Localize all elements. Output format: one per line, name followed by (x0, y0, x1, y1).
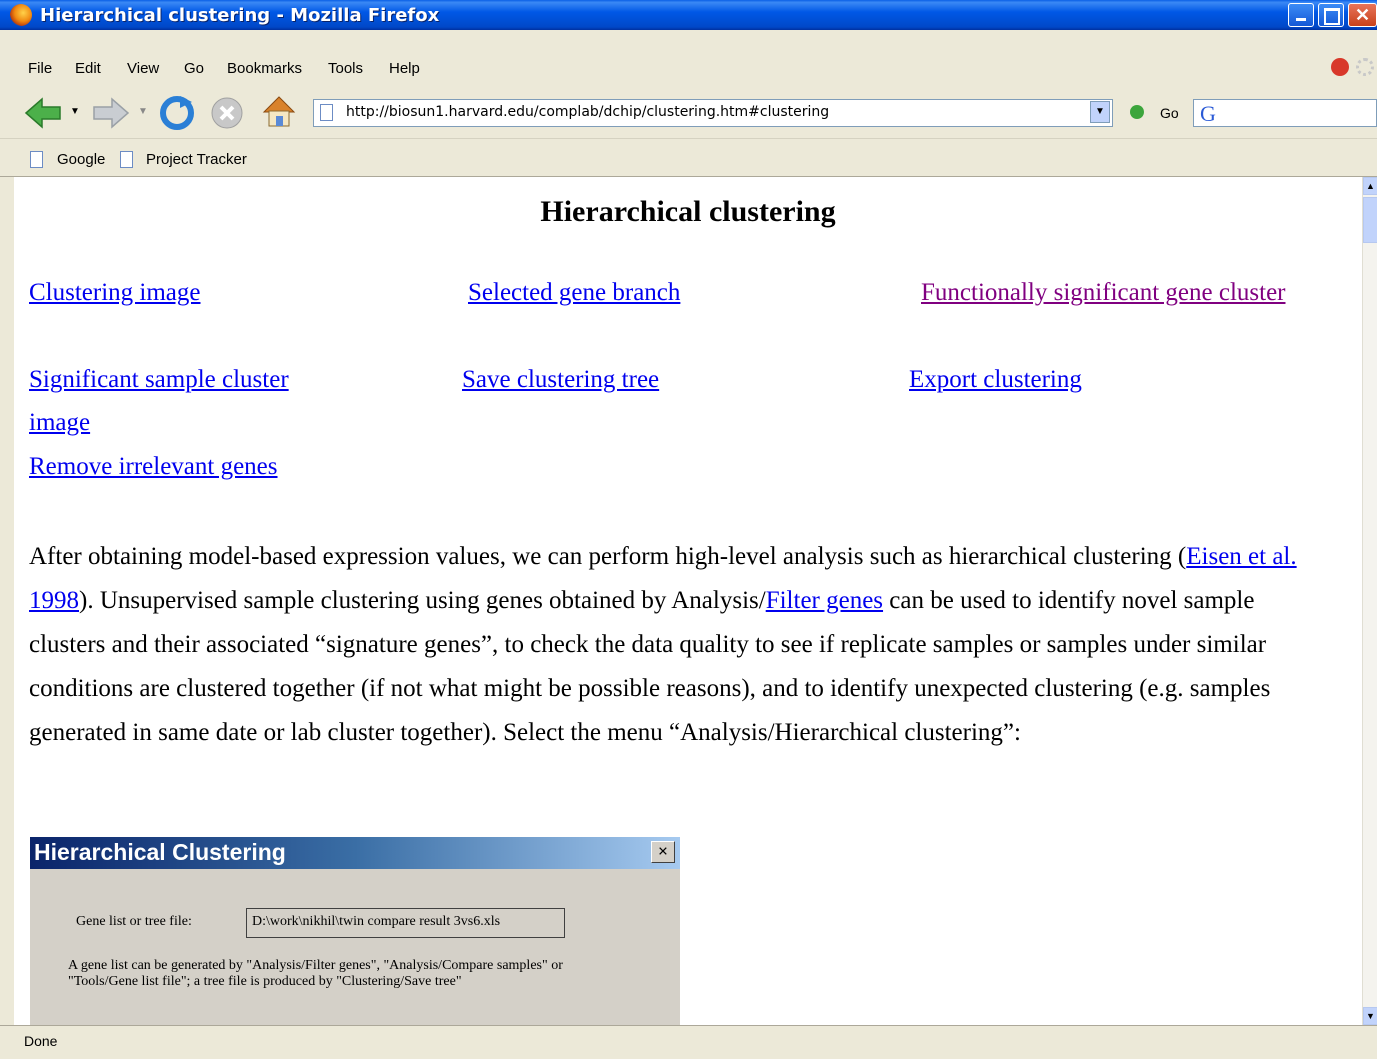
menu-edit[interactable]: Edit (75, 60, 101, 77)
url-text[interactable]: http://biosun1.harvard.edu/complab/dchip… (346, 104, 829, 120)
back-icon[interactable] (24, 96, 64, 130)
go-label: Go (1160, 105, 1179, 121)
menu-file[interactable]: File (28, 60, 52, 77)
maximize-button[interactable] (1318, 3, 1344, 27)
page-icon (320, 104, 333, 121)
maximize-icon (1324, 8, 1340, 25)
reload-icon[interactable] (158, 94, 196, 132)
scroll-thumb[interactable] (1363, 197, 1377, 243)
dialog-title: Hierarchical Clustering (34, 839, 286, 865)
link-clustering-image[interactable]: Clustering image (29, 279, 201, 307)
bookmark-page-icon (30, 151, 43, 168)
url-dropdown-button[interactable]: ▼ (1090, 101, 1110, 123)
intro-paragraph: After obtaining model-based expression v… (29, 535, 1329, 755)
go-button[interactable]: Go (1126, 103, 1186, 123)
link-selected-gene-branch[interactable]: Selected gene branch (468, 279, 680, 307)
window-left-edge (0, 177, 14, 1025)
status-text: Done (24, 1033, 58, 1049)
link-remove-irrelevant-genes[interactable]: Remove irrelevant genes (29, 453, 278, 481)
close-icon: ✕ (1355, 5, 1371, 25)
throbber-icon (1356, 58, 1374, 76)
minimize-icon (1296, 18, 1306, 21)
back-dropdown-icon[interactable]: ▼ (70, 106, 80, 117)
status-bar (0, 1025, 1377, 1059)
link-significant-sample-cluster[interactable]: Significant sample cluster (29, 366, 289, 394)
bookmark-google[interactable]: Google (57, 151, 105, 168)
link-significant-sample-cluster-image[interactable]: image (29, 409, 90, 437)
link-filter-genes[interactable]: Filter genes (766, 587, 883, 614)
firefox-logo-icon (10, 4, 32, 26)
menu-bar: File Edit View Go Bookmarks Tools Help (0, 56, 1377, 80)
menu-bookmarks[interactable]: Bookmarks (227, 60, 302, 77)
page-content: Hierarchical clustering Clustering image… (14, 177, 1362, 1025)
chevron-up-icon: ▲ (1366, 181, 1375, 191)
bookmark-project-tracker[interactable]: Project Tracker (146, 151, 247, 168)
go-icon (1130, 105, 1144, 119)
window-titlebar[interactable]: Hierarchical clustering - Mozilla Firefo… (0, 0, 1377, 30)
google-search-icon: G (1200, 101, 1216, 126)
chevron-down-icon: ▼ (1366, 1011, 1375, 1021)
minimize-button[interactable] (1288, 3, 1314, 27)
paragraph-text-2: ). Unsupervised sample clustering using … (79, 587, 766, 614)
gene-list-value: D:\work\nikhil\twin compare result 3vs6.… (252, 914, 501, 929)
bookmark-page-icon (120, 151, 133, 168)
dialog-screenshot: Hierarchical Clustering × Gene list or t… (30, 837, 680, 1025)
menu-view[interactable]: View (127, 60, 159, 77)
dialog-titlebar: Hierarchical Clustering × (30, 837, 680, 869)
home-icon[interactable] (260, 92, 298, 130)
search-box[interactable]: G (1193, 99, 1377, 127)
window-title: Hierarchical clustering - Mozilla Firefo… (40, 5, 440, 26)
scroll-down-button[interactable]: ▼ (1363, 1007, 1377, 1025)
forward-dropdown-icon[interactable]: ▼ (138, 106, 148, 117)
menu-tools[interactable]: Tools (328, 60, 363, 77)
scroll-up-button[interactable]: ▲ (1363, 177, 1377, 195)
close-button[interactable]: ✕ (1348, 3, 1377, 27)
activity-stop-icon (1331, 58, 1349, 76)
link-functionally-significant-gene-cluster[interactable]: Functionally significant gene cluster (921, 279, 1286, 307)
link-save-clustering-tree[interactable]: Save clustering tree (462, 366, 659, 394)
menu-go[interactable]: Go (184, 60, 204, 77)
link-export-clustering[interactable]: Export clustering (909, 366, 1082, 394)
menu-help[interactable]: Help (389, 60, 420, 77)
stop-icon[interactable] (210, 96, 244, 130)
gene-list-label: Gene list or tree file: (76, 914, 192, 929)
dialog-close-icon: × (651, 841, 675, 863)
paragraph-text-1: After obtaining model-based expression v… (29, 543, 1187, 570)
chevron-down-icon: ▼ (1095, 106, 1105, 117)
vertical-scrollbar[interactable]: ▲ ▼ (1362, 177, 1377, 1025)
page-title: Hierarchical clustering (540, 195, 836, 228)
dialog-note: A gene list can be generated by "Analysi… (68, 958, 563, 989)
forward-icon[interactable] (90, 96, 130, 130)
